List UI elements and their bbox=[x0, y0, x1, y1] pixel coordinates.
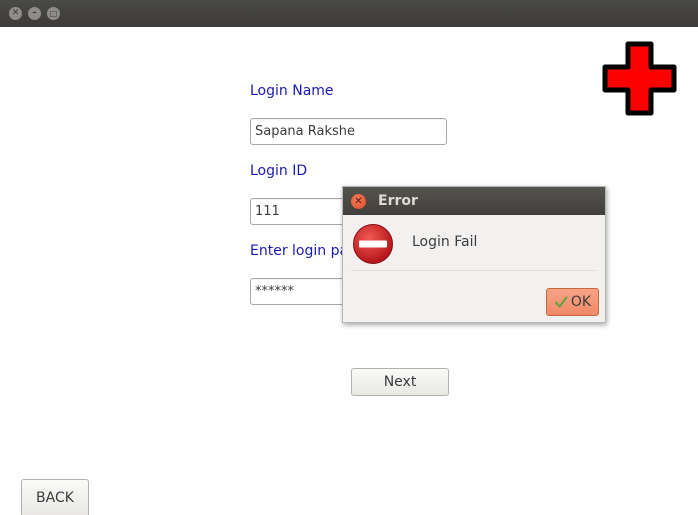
dialog-titlebar: ✕ Error bbox=[343, 187, 605, 215]
maximize-icon: □ bbox=[49, 9, 58, 18]
window-close-button[interactable]: ✕ bbox=[9, 7, 22, 20]
password-label: Enter login pa bbox=[250, 243, 349, 259]
window-minimize-button[interactable]: – bbox=[28, 7, 41, 20]
login-id-label: Login ID bbox=[250, 163, 308, 179]
next-button[interactable]: Next bbox=[351, 368, 449, 396]
red-cross-icon bbox=[602, 41, 677, 116]
minimize-icon: – bbox=[32, 8, 37, 18]
dialog-message: Login Fail bbox=[412, 234, 478, 250]
dialog-divider bbox=[351, 270, 597, 271]
ok-button[interactable]: OK bbox=[546, 288, 599, 316]
login-name-field[interactable]: Sapana Rakshe bbox=[250, 118, 447, 145]
window-maximize-button[interactable]: □ bbox=[47, 7, 60, 20]
ok-button-label: OK bbox=[570, 294, 592, 310]
checkmark-icon bbox=[554, 296, 568, 308]
close-icon: ✕ bbox=[11, 8, 20, 18]
back-button[interactable]: BACK bbox=[21, 479, 89, 515]
close-icon: ✕ bbox=[354, 195, 363, 207]
dialog-close-button[interactable]: ✕ bbox=[351, 194, 366, 209]
error-stop-icon bbox=[353, 224, 393, 264]
login-name-label: Login Name bbox=[250, 83, 334, 99]
dialog-title: Error bbox=[378, 193, 418, 209]
window-titlebar: ✕ – □ bbox=[0, 0, 698, 27]
error-dialog: ✕ Error Login Fail OK bbox=[342, 186, 606, 323]
